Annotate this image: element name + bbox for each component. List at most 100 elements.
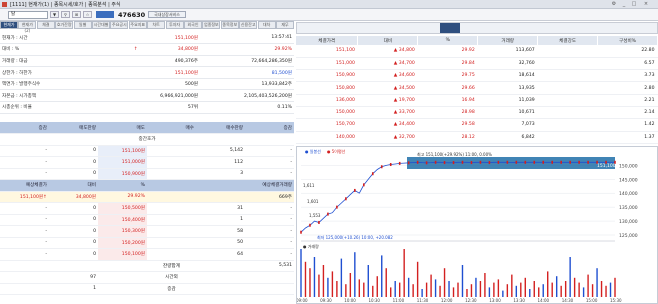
tab-12[interactable]: 종목정보 [220, 21, 239, 29]
trade-row[interactable]: 150,000 ▲ 33,700 28.98 10,671 2.14 [296, 106, 658, 120]
volume-bar [520, 282, 522, 297]
x-tick-label: 12:00 [441, 298, 453, 303]
tab-3[interactable]: 호가잔량 [55, 21, 74, 29]
trade-table: 체결가격 대비 % 거래량 체결강도 구성비% 151,100 ▲ 34,800 2… [296, 36, 658, 144]
dropdown-button[interactable]: ▼ [50, 11, 59, 18]
tab-11[interactable]: 업종정보 [202, 21, 221, 29]
trade-diff-text: 34,500 [398, 85, 415, 91]
ob-price[interactable]: 150,200원 [98, 237, 147, 249]
ob-bid-qty[interactable]: 1 [196, 214, 245, 226]
tab-7[interactable]: 주요지표 [128, 21, 147, 29]
ob-ask-qty[interactable]: 0 [49, 168, 98, 180]
ob-ask-qty[interactable]: 0 [49, 145, 98, 157]
trade-row[interactable]: 150,900 ▲ 34,600 29.75 18,614 3.73 [296, 69, 658, 83]
bid-row: -0 150,100원 64- [0, 248, 294, 261]
right-tab-active[interactable] [440, 23, 460, 33]
ob-price[interactable]: 151,100원 [98, 145, 147, 157]
ob-price[interactable]: 150,400원 [98, 214, 147, 226]
trade-header-ratio: 구성비% [597, 36, 658, 45]
expected-volume: 669주 [147, 191, 294, 203]
volume-bar [407, 277, 410, 297]
volume-bar [381, 255, 383, 297]
minimize-icon[interactable]: _ [620, 1, 628, 8]
close-icon[interactable]: × [642, 1, 650, 8]
trade-row[interactable]: 151,100 ▲ 34,800 29.92 113,607 22.80 [296, 45, 658, 58]
tab-10[interactable]: 외국인 [184, 21, 202, 29]
chart-svg[interactable]: 150,000 145,000 140,000 135,000 130,000 125,0… [297, 147, 657, 303]
stock-code-input[interactable]: 탈 [8, 11, 48, 19]
ob-ask-qty[interactable]: 0 [49, 225, 98, 238]
trade-diff: ▲ 33,700 [357, 106, 418, 120]
trade-strength [537, 69, 598, 83]
ob-bid-qty[interactable]: 31 [196, 202, 245, 215]
tab-5[interactable]: 시간대별 [92, 21, 110, 29]
ob-price[interactable]: 150,100원 [98, 248, 147, 261]
ob-price[interactable]: 151,000원 [98, 156, 147, 169]
ob-ask-qty[interactable]: 0 [49, 156, 98, 169]
ob-ask-qty[interactable]: 0 [49, 214, 98, 226]
search-button[interactable]: ⚲ [61, 11, 70, 18]
ob-ask-qty[interactable]: 0 [49, 248, 98, 261]
tab-2[interactable]: 체결 [36, 21, 55, 29]
ob-price[interactable]: 150,500원 [98, 202, 147, 215]
tab-15[interactable]: 재무 [276, 21, 294, 29]
ob-ask-qty[interactable]: 0 [49, 202, 98, 215]
price-candle [605, 160, 607, 164]
ob-ask-qty[interactable]: 0 [49, 237, 98, 249]
tab-0[interactable]: 현재가(1) [0, 21, 18, 33]
info-value-2: 29.92% [200, 43, 294, 56]
ob-bid-qty[interactable]: 3 [196, 168, 245, 180]
tab-1[interactable]: 현재가(2) [18, 21, 37, 33]
ob-empty [0, 283, 49, 295]
trade-pct: 16.94 [417, 94, 478, 107]
trade-header-price: 체결가격 [296, 36, 359, 45]
tab-13[interactable]: 신용잔고 [239, 21, 258, 29]
ob-bid-qty[interactable]: 5,142 [196, 145, 245, 157]
trade-header-vol: 거래량 [477, 36, 539, 45]
tab-4[interactable]: 일별 [73, 21, 92, 29]
trade-pct: 29.84 [417, 57, 478, 71]
ob-bid-qty[interactable]: 64 [196, 248, 245, 261]
ob-bid-qty[interactable]: 112 [196, 156, 245, 169]
service-badge[interactable]: 국내상장서비스 [148, 11, 186, 18]
ob-bid-qty[interactable]: 50 [196, 237, 245, 249]
tab-9[interactable]: 투자자 [165, 21, 184, 29]
intraday-chart[interactable]: 150,000 145,000 140,000 135,000 130,000 125,0… [296, 146, 658, 304]
trade-row[interactable]: 151,000 ▲ 34,700 29.84 32,760 6.57 [296, 57, 658, 71]
maximize-icon[interactable]: □ [630, 1, 638, 8]
ob-bid-qty[interactable]: 58 [196, 225, 245, 238]
volume-bar [475, 277, 477, 297]
trade-row[interactable]: 150,800 ▲ 34,500 29.66 13,935 2.80 [296, 81, 658, 95]
price-candle [443, 161, 446, 165]
settings-icon[interactable]: ⚙ [610, 1, 618, 8]
price-candle [542, 160, 545, 164]
volume-bar [614, 277, 616, 297]
tab-6[interactable]: 주요공시 [110, 21, 129, 29]
info-label: 자본금 : 시가총액 [0, 89, 100, 103]
trade-diff: ▲ 34,400 [357, 118, 418, 132]
expected-header: 예상체결거래량 [147, 179, 294, 192]
ob-price[interactable]: 150,300원 [98, 225, 147, 238]
trade-row[interactable]: 140,000 ▲ 32,700 28.12 6,842 1.37 [296, 131, 658, 144]
tab-14[interactable]: 대차 [257, 21, 276, 29]
price-candle [587, 160, 589, 164]
volume-bar [345, 284, 347, 297]
volume-bar [421, 289, 423, 297]
volume-bar [479, 281, 482, 297]
volume-bar [573, 277, 576, 297]
ob-price[interactable]: 150,900원 [98, 168, 147, 180]
info-row: 자본금 : 시가총액 6,966,921,000원 2,105,403,526,20… [0, 89, 294, 103]
trade-row[interactable]: 150,700 ▲ 34,400 29.58 7,073 1.42 [296, 118, 658, 132]
favorite-button[interactable]: ☆ [83, 11, 92, 18]
grid-button[interactable]: ⊞ [72, 11, 81, 18]
trade-row[interactable]: 136,000 ▲ 19,700 16.94 11,039 2.21 [296, 94, 658, 107]
tab-8[interactable]: 차트 [147, 21, 166, 29]
trade-ratio: 6.57 [597, 57, 658, 71]
volume-bar [529, 289, 531, 297]
total-value: 5,531 [245, 260, 294, 272]
volume-bar [484, 273, 486, 297]
info-value-1-text: 57위 [187, 105, 198, 111]
trade-header-strength: 체결강도 [537, 36, 599, 45]
volume-bar [582, 287, 585, 297]
trade-diff-text: 19,700 [398, 97, 415, 103]
